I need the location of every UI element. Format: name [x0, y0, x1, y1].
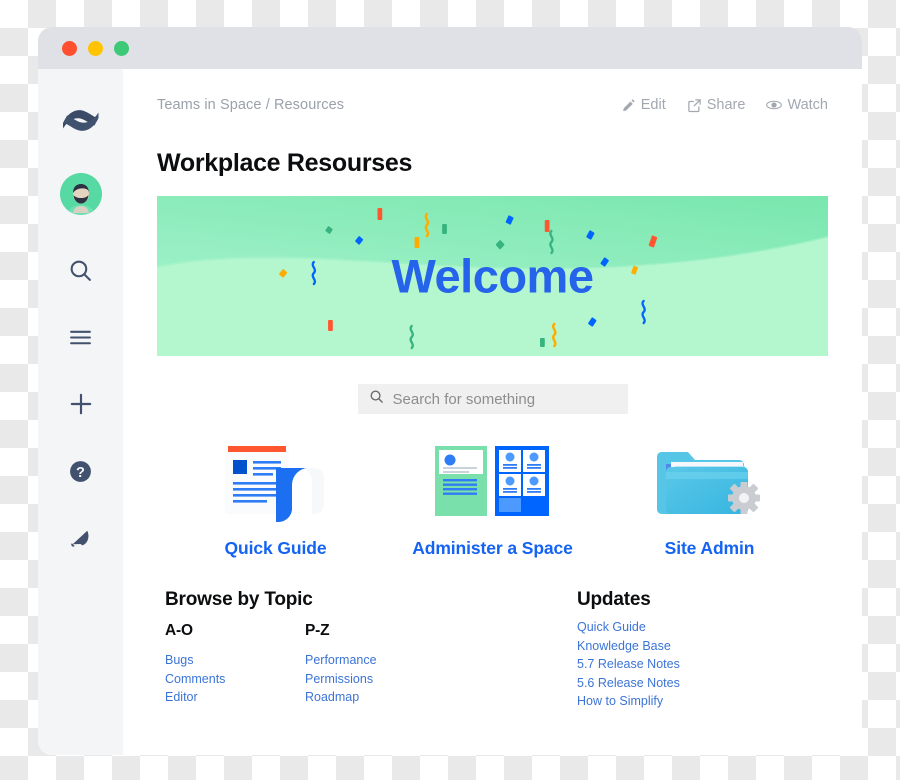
content-topbar: Teams in Space / Resources Edit Share Wa… — [157, 97, 828, 123]
list-item[interactable]: Permissions — [305, 670, 445, 689]
avatar[interactable] — [55, 168, 107, 220]
list-item[interactable]: Editor — [165, 688, 305, 707]
sidebar-item-help[interactable]: ? — [55, 445, 107, 497]
window-minimize-button[interactable] — [88, 40, 103, 56]
list-item[interactable]: Quick Guide — [577, 618, 680, 637]
list-item[interactable]: 5.6 Release Notes — [577, 674, 680, 693]
list-item[interactable]: 5.7 Release Notes — [577, 655, 680, 674]
search-input[interactable] — [392, 390, 617, 408]
bottom-sections: Browse by Topic A-O Bugs Comments Editor… — [157, 589, 828, 711]
list-item[interactable]: Knowledge Base — [577, 637, 680, 656]
eye-icon — [766, 98, 783, 112]
topic-heading: P-Z — [305, 622, 330, 639]
topic-column-a-o: A-O Bugs Comments Editor — [165, 622, 305, 707]
card-label: Administer a Space — [412, 538, 573, 558]
browse-title: Browse by Topic — [165, 589, 313, 610]
search-icon — [369, 389, 384, 409]
app-window: ? Teams in Space / Resources Edit Share … — [38, 27, 862, 755]
pencil-icon — [622, 98, 636, 112]
window-body: ? Teams in Space / Resources Edit Share … — [38, 69, 862, 755]
share-button[interactable]: Share — [687, 97, 746, 113]
sidebar-item-menu[interactable] — [55, 311, 107, 363]
sidebar-item-create[interactable] — [55, 378, 107, 430]
share-label: Share — [706, 97, 746, 113]
watch-label: Watch — [787, 97, 828, 113]
folder-gear-illustration — [654, 438, 766, 524]
search-box[interactable] — [357, 384, 628, 414]
topic-heading: A-O — [165, 622, 193, 639]
card-label: Quick Guide — [224, 538, 327, 558]
list-item[interactable]: Roadmap — [305, 688, 445, 707]
window-titlebar — [38, 27, 862, 69]
list-item[interactable]: How to Simplify — [577, 692, 680, 711]
window-close-button[interactable] — [62, 40, 77, 56]
document-guide-illustration — [223, 438, 329, 524]
page-actions: Edit Share Watch — [622, 97, 828, 113]
browse-by-topic-section: Browse by Topic A-O Bugs Comments Editor… — [165, 589, 525, 711]
topic-column-p-z: P-Z Performance Permissions Roadmap — [305, 622, 445, 707]
feature-cards: Quick Guide Administer a Space Site Admi… — [157, 438, 828, 559]
updates-title: Updates — [577, 589, 651, 610]
welcome-banner: Welcome — [157, 196, 828, 356]
updates-section: Updates Quick Guide Knowledge Base 5.7 R… — [577, 589, 680, 711]
breadcrumb[interactable]: Teams in Space / Resources — [157, 97, 344, 113]
global-sidebar: ? — [38, 69, 123, 755]
list-item[interactable]: Performance — [305, 651, 445, 670]
main-content: Teams in Space / Resources Edit Share Wa… — [123, 69, 862, 755]
space-admin-illustration — [433, 438, 553, 524]
welcome-heading: Welcome — [391, 249, 595, 303]
page-title: Workplace Resourses — [157, 149, 413, 177]
watch-button[interactable]: Watch — [766, 97, 828, 113]
confluence-logo[interactable] — [55, 94, 107, 146]
list-item[interactable]: Bugs — [165, 651, 305, 670]
share-icon — [687, 98, 702, 113]
sidebar-item-notifications[interactable] — [55, 512, 107, 564]
sidebar-item-search[interactable] — [55, 244, 107, 296]
svg-text:?: ? — [76, 464, 85, 480]
edit-button[interactable]: Edit — [622, 97, 666, 113]
edit-label: Edit — [640, 97, 666, 113]
card-site-admin[interactable]: Site Admin — [610, 438, 810, 559]
list-item[interactable]: Comments — [165, 670, 305, 689]
window-maximize-button[interactable] — [114, 40, 129, 56]
card-label: Site Admin — [664, 538, 755, 558]
card-administer-space[interactable]: Administer a Space — [393, 438, 593, 559]
search-section — [157, 384, 828, 414]
card-quick-guide[interactable]: Quick Guide — [176, 438, 376, 559]
